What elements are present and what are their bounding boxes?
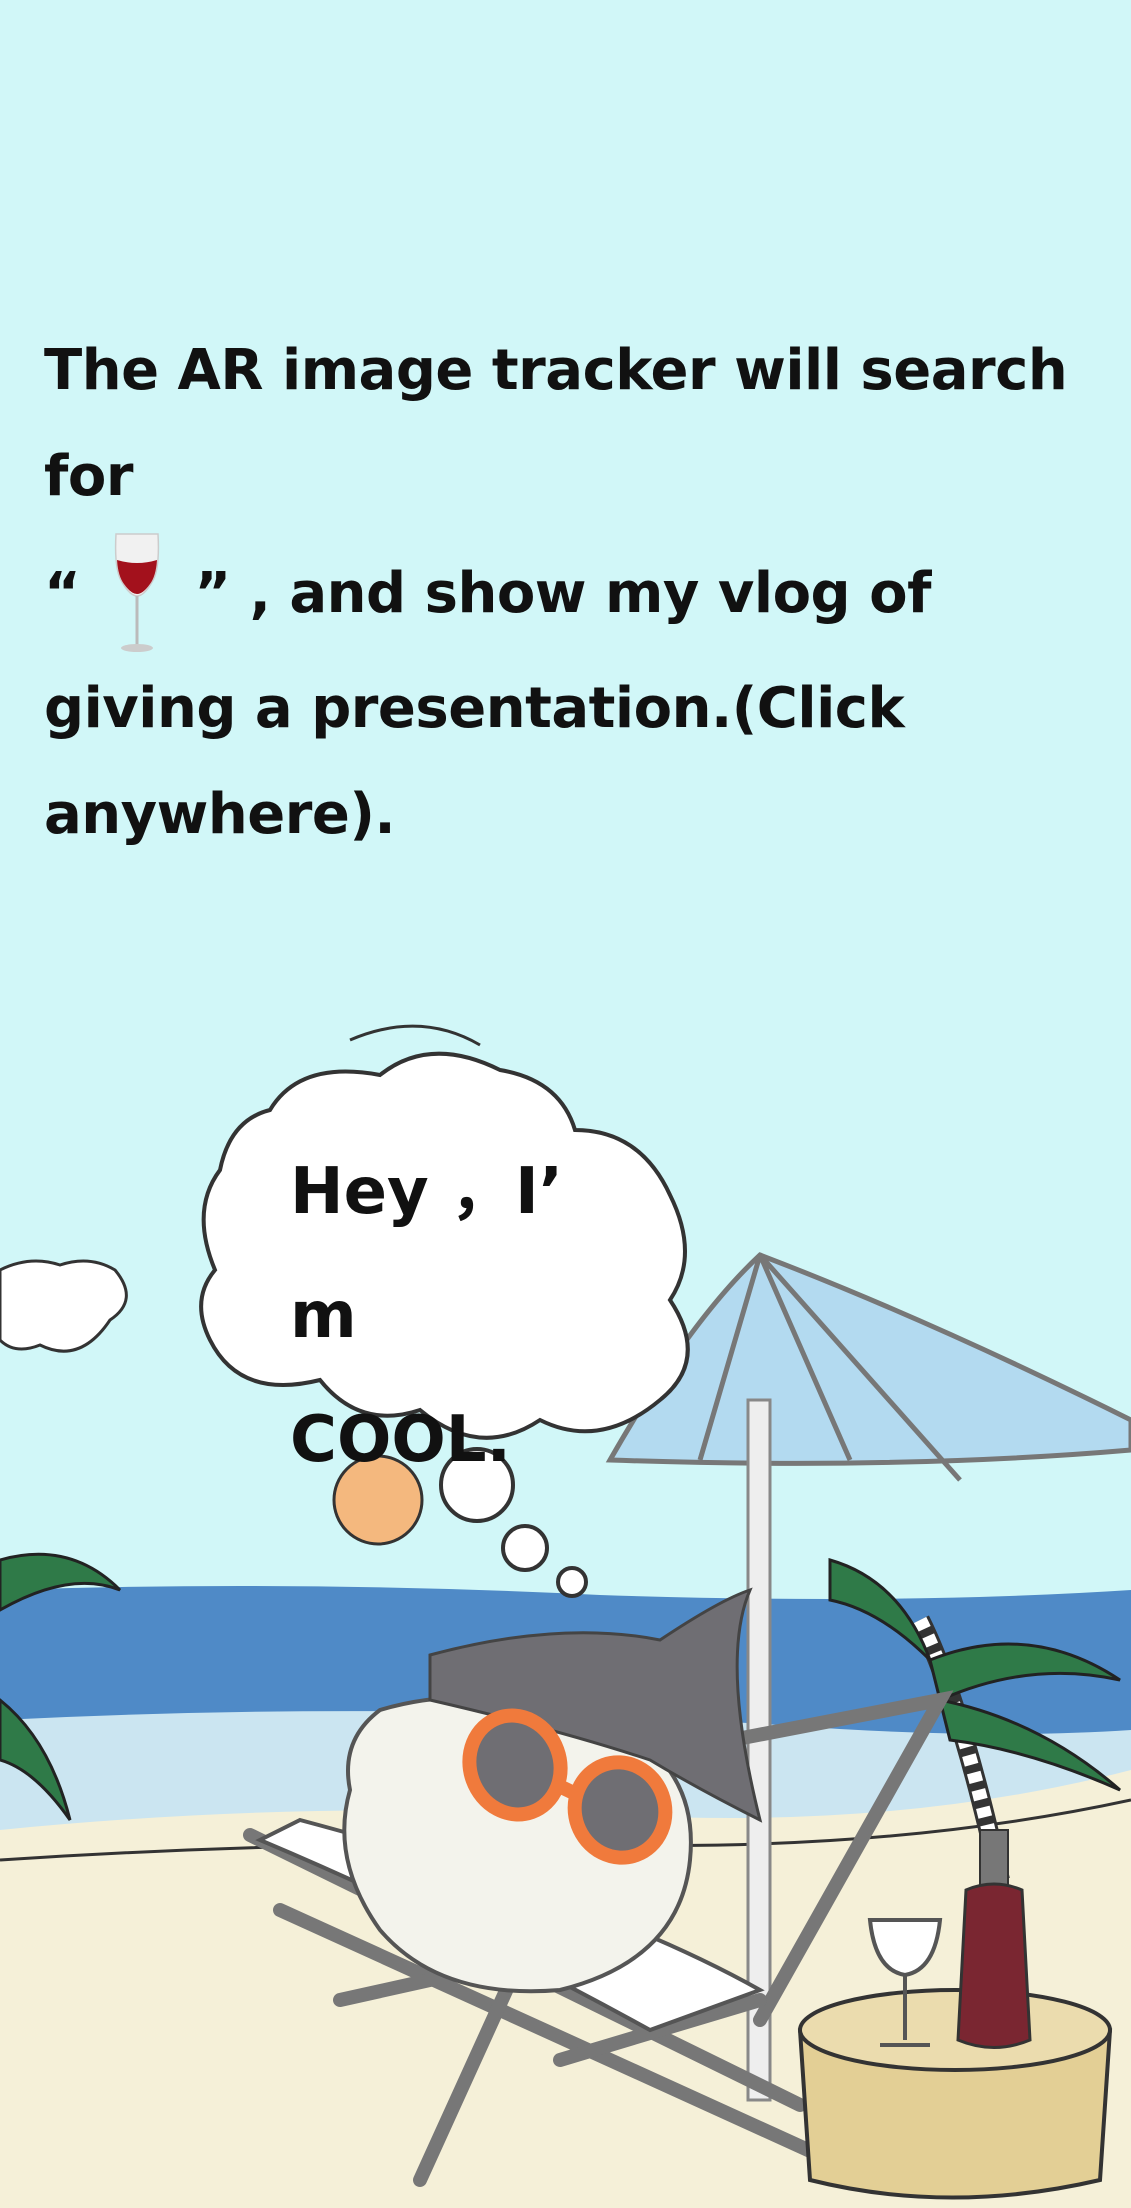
open-quote: “ [44, 561, 81, 626]
instruction-line-end: , and show my vlog of giving a presentat… [44, 561, 931, 847]
close-quote: ” [194, 561, 231, 626]
speech-line-1: Hey ，I’ m [290, 1155, 564, 1353]
cloud [0, 1259, 128, 1353]
speech-bubble-text: Hey ，I’ m COOL. [290, 1130, 650, 1502]
wine-glass-icon [115, 533, 160, 652]
tap-anywhere-area[interactable]: The AR image tracker will search for “ ”… [0, 0, 1131, 2208]
tree-stump [797, 1988, 1113, 2200]
instruction-line-start: The AR image tracker will search for [44, 338, 1068, 509]
speech-line-2: COOL. [290, 1403, 511, 1477]
instruction-text: The AR image tracker will search for “ ”… [44, 318, 1114, 868]
